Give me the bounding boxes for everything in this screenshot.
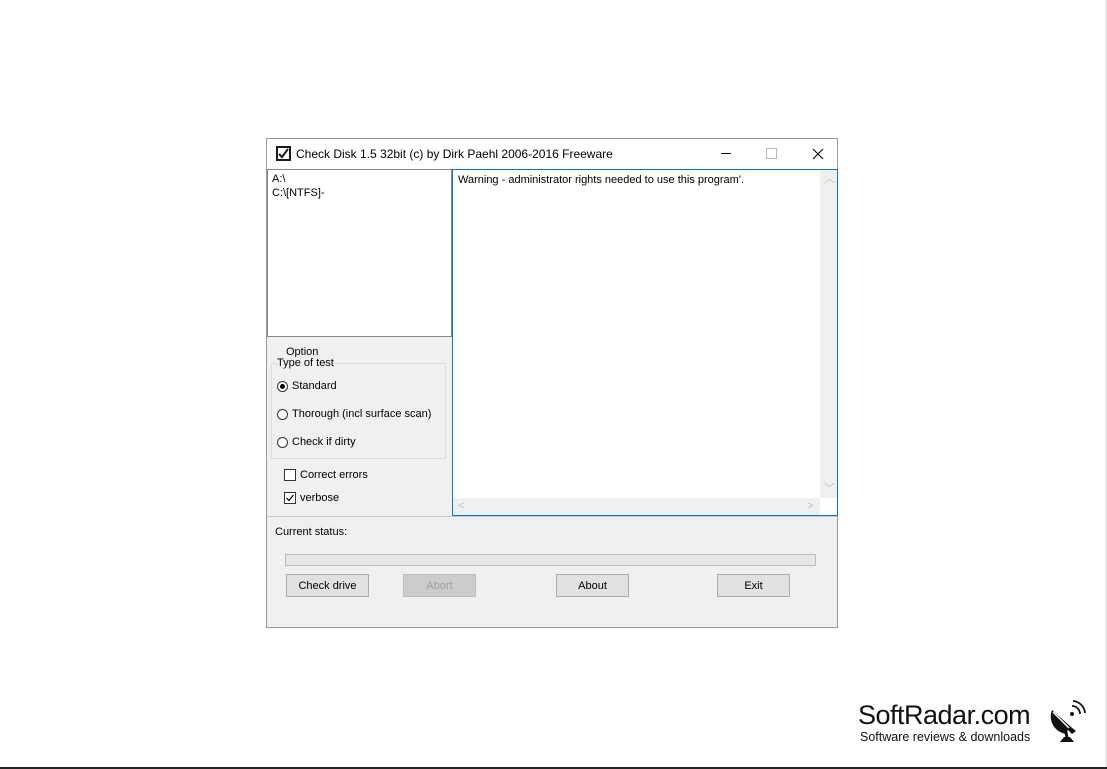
radio-thorough-label: Thorough (incl surface scan) xyxy=(292,408,432,420)
about-button[interactable]: About xyxy=(556,574,629,597)
type-of-test-label: Type of test xyxy=(277,357,335,369)
checkmark-icon xyxy=(286,494,294,502)
scroll-up-icon[interactable]: ︿ xyxy=(824,174,835,185)
log-output[interactable]: Warning - administrator rights needed to… xyxy=(452,169,838,516)
check-drive-button[interactable]: Check drive xyxy=(286,574,369,597)
status-divider xyxy=(267,516,837,517)
drive-item-c[interactable]: C:\[NTFS]- xyxy=(272,186,325,200)
log-line: Warning - administrator rights needed to… xyxy=(458,174,744,186)
checkbox-correct-errors[interactable]: Correct errors xyxy=(284,467,368,483)
close-icon xyxy=(812,148,824,160)
radio-check-if-dirty-label: Check if dirty xyxy=(292,436,356,448)
radio-thorough-indicator[interactable] xyxy=(277,408,288,420)
close-button[interactable] xyxy=(795,139,841,169)
radio-standard-indicator[interactable] xyxy=(277,380,288,392)
drive-list[interactable]: A:\ C:\[NTFS]- xyxy=(267,169,452,337)
horizontal-scrollbar[interactable]: < > xyxy=(453,498,820,515)
correct-errors-label: Correct errors xyxy=(300,469,368,481)
minimize-button[interactable] xyxy=(703,139,749,169)
scroll-corner xyxy=(820,498,837,515)
progress-bar xyxy=(285,554,816,566)
window-title: Check Disk 1.5 32bit (c) by Dirk Paehl 2… xyxy=(296,147,613,161)
watermark-tagline: Software reviews & downloads xyxy=(860,730,1031,744)
drive-item-a[interactable]: A:\ xyxy=(272,172,285,186)
scroll-down-icon[interactable]: ﹀ xyxy=(824,484,835,495)
radio-check-if-dirty-indicator[interactable] xyxy=(277,436,288,448)
satellite-dish-icon xyxy=(1050,700,1086,742)
checkbox-verbose[interactable]: verbose xyxy=(284,490,339,506)
radio-check-if-dirty[interactable]: Check if dirty xyxy=(277,434,356,450)
scroll-right-icon[interactable]: > xyxy=(807,501,813,512)
title-bar[interactable]: Check Disk 1.5 32bit (c) by Dirk Paehl 2… xyxy=(267,139,837,169)
radio-standard[interactable]: Standard xyxy=(277,378,337,394)
verbose-label: verbose xyxy=(300,492,340,504)
abort-button[interactable]: Abort xyxy=(403,574,476,597)
correct-errors-box[interactable] xyxy=(284,469,296,481)
watermark-name: SoftRadar.com xyxy=(858,700,1031,730)
radio-thorough[interactable]: Thorough (incl surface scan) xyxy=(277,406,431,422)
check-disk-app-icon xyxy=(276,146,291,161)
verbose-box[interactable] xyxy=(284,492,296,504)
current-status-label: Current status: xyxy=(275,526,348,538)
vertical-scrollbar[interactable]: ︿ ﹀ xyxy=(820,170,837,498)
minimize-icon xyxy=(721,153,731,154)
maximize-icon xyxy=(766,148,777,159)
exit-button[interactable]: Exit xyxy=(717,574,790,597)
radio-standard-label: Standard xyxy=(292,380,337,392)
scroll-left-icon[interactable]: < xyxy=(458,501,464,512)
check-disk-window: Check Disk 1.5 32bit (c) by Dirk Paehl 2… xyxy=(266,138,838,628)
maximize-button[interactable] xyxy=(749,139,795,169)
